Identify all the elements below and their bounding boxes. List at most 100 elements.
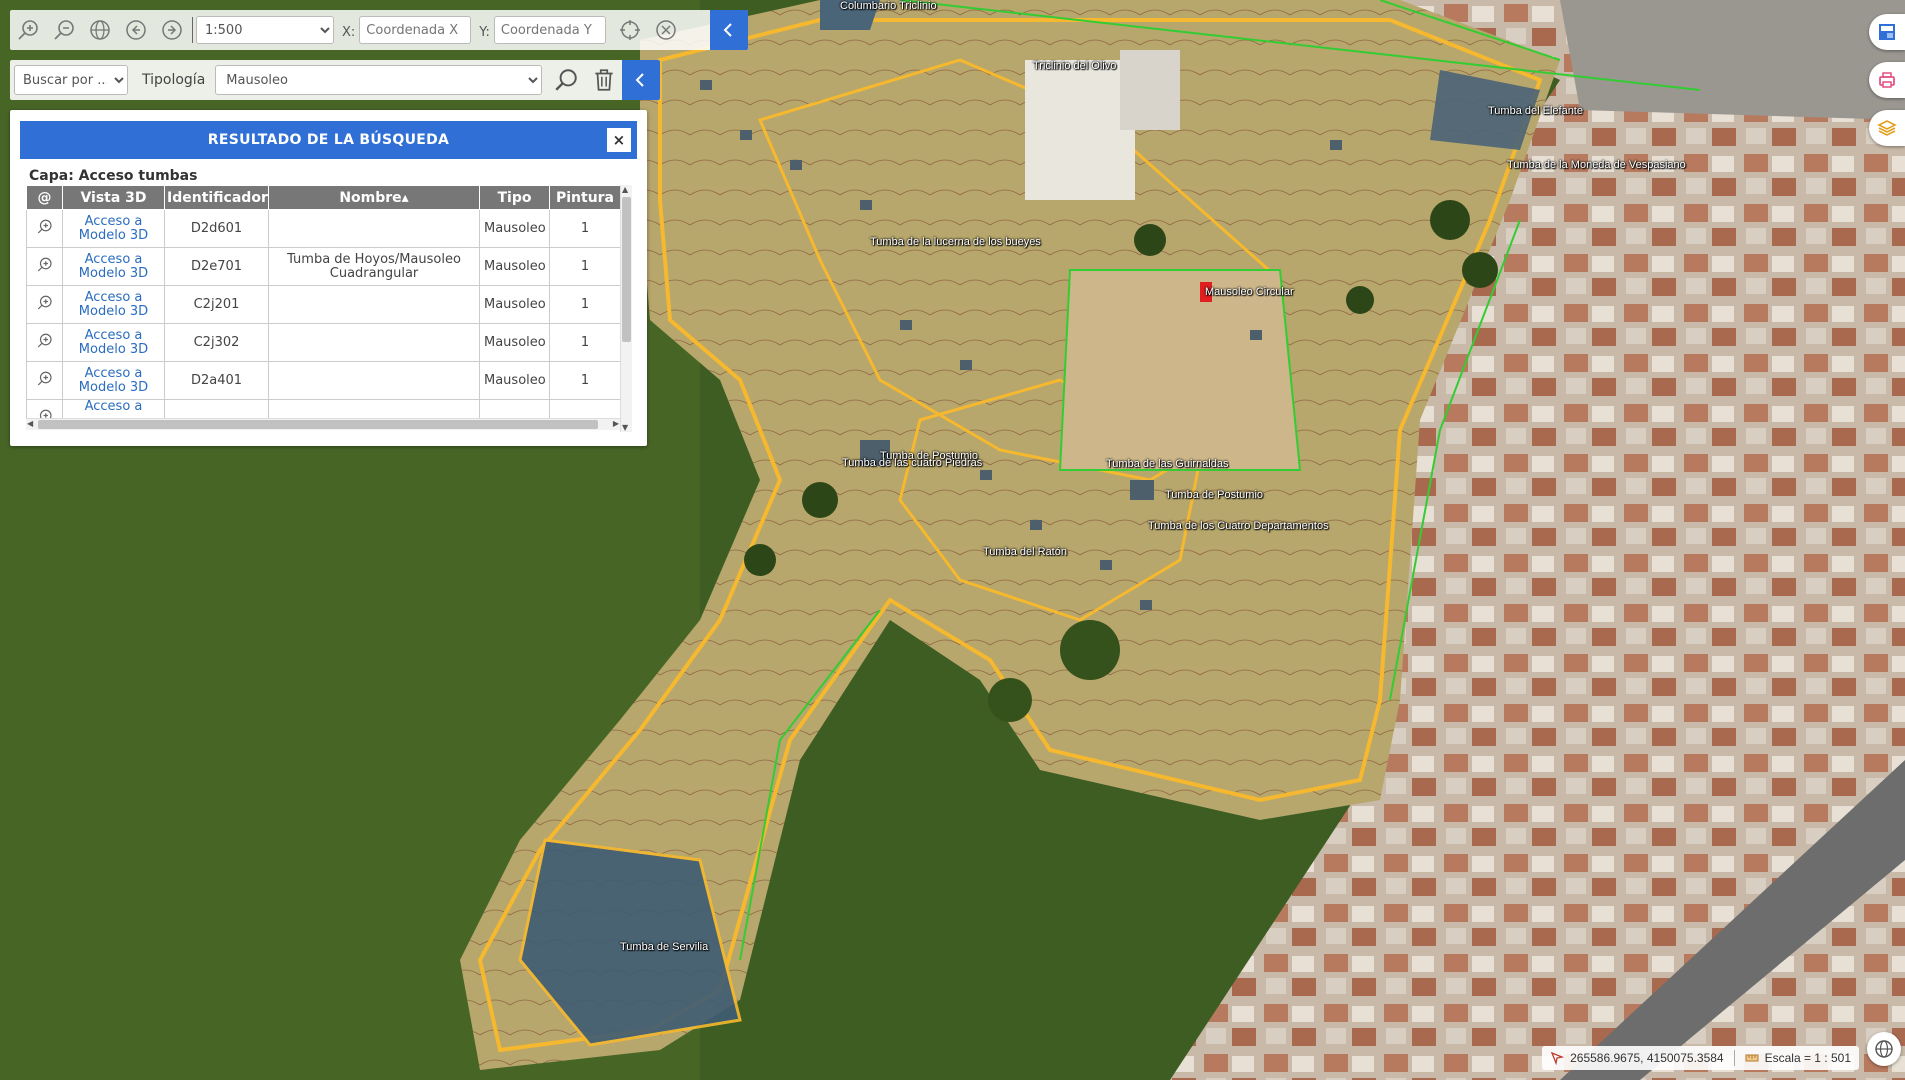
pintura-cell: 1 xyxy=(549,323,620,362)
layers-button[interactable] xyxy=(1869,110,1905,146)
model-3d-link[interactable]: Acceso a xyxy=(85,399,143,414)
nombre-cell xyxy=(268,323,480,362)
print-button[interactable] xyxy=(1869,62,1905,98)
results-table-container[interactable]: @ Vista 3D Identificador Nombre▴ Tipo Pi… xyxy=(26,185,620,418)
status-bar: 265586.9675, 4150075.3584 Escala = 1 : 5… xyxy=(1542,1046,1859,1070)
chevron-left-icon xyxy=(723,23,732,37)
search-icon xyxy=(555,69,577,91)
close-circle-icon xyxy=(656,20,676,40)
layers-icon xyxy=(1877,120,1897,136)
full-extent-button[interactable] xyxy=(82,12,118,48)
zoom-to-icon xyxy=(37,295,52,309)
basemap-button[interactable] xyxy=(1867,1032,1901,1066)
column-header-vista-3d[interactable]: Vista 3D xyxy=(62,185,165,210)
close-results-button[interactable]: × xyxy=(607,128,631,152)
nombre-cell xyxy=(268,361,480,400)
map-label[interactable]: Tumba de la Moneda de Vespasiano xyxy=(1507,159,1686,171)
model-3d-link[interactable]: Acceso a Modelo 3D xyxy=(79,252,148,281)
toolbar-divider xyxy=(192,17,193,43)
map-label[interactable]: Tumba del Elefante xyxy=(1488,105,1583,117)
navigation-toolbar: 1:500 X: Y: xyxy=(10,10,748,50)
map-label[interactable]: Tumba de la lucerna de los bueyes xyxy=(870,236,1041,248)
map-label[interactable]: Tumba de Postumio xyxy=(1165,489,1263,501)
map-label[interactable]: Triclinio del Olivo xyxy=(1033,60,1116,72)
zoom-to-feature-button[interactable] xyxy=(26,323,63,362)
pintura-cell: 1 xyxy=(549,285,620,324)
scale-select[interactable]: 1:500 xyxy=(196,16,334,44)
zoom-to-feature-button[interactable] xyxy=(26,361,63,400)
tipo-cell: Mausoleo xyxy=(479,323,550,362)
collapse-search-button[interactable] xyxy=(622,60,660,100)
arrow-right-circle-icon xyxy=(162,20,182,40)
scroll-left-arrow-icon[interactable]: ◀ xyxy=(27,419,33,428)
table-row: Acceso a Modelo 3D D2e701 Tumba de Hoyos… xyxy=(26,247,620,286)
map-scale-readout: Escala = 1 : 501 xyxy=(1764,1051,1851,1065)
zoom-to-feature-button[interactable] xyxy=(26,399,63,418)
tipo-cell: Mausoleo xyxy=(479,285,550,324)
locate-coordinate-button[interactable] xyxy=(612,12,648,48)
clear-search-button[interactable] xyxy=(586,62,622,98)
save-map-button[interactable] xyxy=(1869,14,1905,50)
nombre-cell xyxy=(268,285,480,324)
vertical-scroll-thumb[interactable] xyxy=(622,197,631,342)
column-header-tipo[interactable]: Tipo xyxy=(479,185,550,210)
map-label[interactable]: Tumba del Ratón xyxy=(983,546,1067,558)
results-header: RESULTADO DE LA BÚSQUEDA × xyxy=(20,121,637,159)
scroll-right-arrow-icon[interactable]: ▶ xyxy=(613,419,619,428)
zoom-in-button[interactable] xyxy=(10,12,46,48)
next-extent-button[interactable] xyxy=(154,12,190,48)
clear-coordinates-button[interactable] xyxy=(648,12,684,48)
status-divider xyxy=(1733,1050,1735,1066)
cursor-icon xyxy=(1550,1051,1565,1065)
map-label[interactable]: Tumba de los Cuatro Departamentos xyxy=(1148,520,1329,532)
tipo-cell xyxy=(479,399,550,418)
table-row: Acceso a Modelo 3D C2j201 Mausoleo 1 xyxy=(26,285,620,324)
table-row: Acceso a Modelo 3D D2a401 Mausoleo 1 xyxy=(26,361,620,400)
previous-extent-button[interactable] xyxy=(118,12,154,48)
identificador-cell: C2j302 xyxy=(164,323,269,362)
zoom-in-icon xyxy=(18,20,38,40)
model-3d-link[interactable]: Acceso a Modelo 3D xyxy=(79,214,148,243)
search-by-select[interactable]: Buscar por ... xyxy=(14,65,128,95)
zoom-to-icon xyxy=(37,219,52,233)
nombre-cell: Tumba de Hoyos/Mausoleo Cuadrangular xyxy=(268,247,480,286)
column-header-nombre[interactable]: Nombre▴ xyxy=(268,185,480,210)
table-header-row: @ Vista 3D Identificador Nombre▴ Tipo Pi… xyxy=(26,185,620,210)
column-header-pintura[interactable]: Pintura xyxy=(549,185,620,210)
map-label[interactable]: Tumba de las Guirnaldas xyxy=(1106,458,1229,470)
tipologia-select[interactable]: Mausoleo xyxy=(215,65,543,95)
map-label[interactable]: Columbario Triclinio xyxy=(840,0,937,12)
zoom-to-feature-button[interactable] xyxy=(26,209,63,248)
column-header-identificador[interactable]: Identificador xyxy=(164,185,269,210)
map-label[interactable]: Mausoleo Circular xyxy=(1205,286,1294,298)
zoom-out-button[interactable] xyxy=(46,12,82,48)
ruler-icon xyxy=(1745,1054,1759,1062)
pintura-cell: 1 xyxy=(549,247,620,286)
globe-icon xyxy=(90,20,110,40)
model-3d-link[interactable]: Acceso a Modelo 3D xyxy=(79,290,148,319)
horizontal-scroll-thumb[interactable] xyxy=(38,420,598,429)
chevron-left-icon xyxy=(635,73,644,87)
zoom-to-icon xyxy=(37,333,52,347)
vertical-scrollbar[interactable]: ▲ ▼ xyxy=(620,185,632,432)
collapse-toolbar-button[interactable] xyxy=(710,10,748,50)
map-label[interactable]: Tumba de Servilia xyxy=(620,941,708,953)
scroll-up-arrow-icon[interactable]: ▲ xyxy=(622,185,628,194)
map-label[interactable]: Tumba de las cuatro Piedras xyxy=(842,457,982,469)
zoom-to-feature-button[interactable] xyxy=(26,285,63,324)
table-row: Acceso a Modelo 3D D2d601 Mausoleo 1 xyxy=(26,209,620,248)
search-toolbar: Buscar por ... Tipología Mausoleo xyxy=(10,60,660,100)
column-header-at[interactable]: @ xyxy=(26,185,63,210)
identificador-cell xyxy=(164,399,269,418)
window-icon xyxy=(1879,24,1895,40)
coordinate-y-input[interactable] xyxy=(493,16,606,44)
layer-title: Capa: Acceso tumbas xyxy=(29,168,198,184)
results-title: RESULTADO DE LA BÚSQUEDA xyxy=(207,132,450,148)
horizontal-scrollbar[interactable]: ◀ ▶ xyxy=(26,418,620,430)
search-button[interactable] xyxy=(548,62,584,98)
model-3d-link[interactable]: Acceso a Modelo 3D xyxy=(79,366,148,395)
scroll-down-arrow-icon[interactable]: ▼ xyxy=(622,423,628,432)
coordinate-x-input[interactable] xyxy=(359,16,472,44)
zoom-to-feature-button[interactable] xyxy=(26,247,63,286)
model-3d-link[interactable]: Acceso a Modelo 3D xyxy=(79,328,148,357)
